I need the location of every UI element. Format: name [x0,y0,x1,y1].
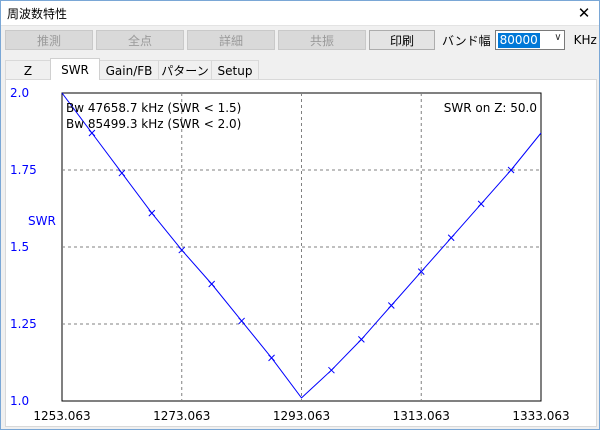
y-axis-label: SWR [28,214,56,228]
tab-pattern[interactable]: パターン [158,60,212,80]
x-tick-label: 1293.063 [273,409,330,423]
tab-setup[interactable]: Setup [211,60,259,80]
window-title: 周波数特性 [7,6,68,21]
band-width-label: バンド幅 [442,33,491,48]
close-icon[interactable]: ✕ [569,1,599,25]
band-width-value: 80000 [497,32,540,48]
resonance-button[interactable]: 共振 [278,30,366,50]
details-button[interactable]: 詳細 [187,30,275,50]
swr-chart-panel: 2.0 1.75 1.5 1.25 1.0 1253.063 1273.063 1293.0… [5,79,597,427]
tab-swr[interactable]: SWR [50,58,100,80]
chevron-down-icon[interactable]: ∨ [554,32,561,43]
band-unit-label: KHz [573,33,597,47]
all-points-button[interactable]: 全点 [96,30,184,50]
frequency-characteristics-window: 周波数特性 ✕ 推測 全点 詳細 共振 印刷 バンド幅 80000 ∨ KHz … [0,0,600,430]
estimate-button[interactable]: 推測 [5,30,93,50]
x-tick-label: 1273.063 [153,409,210,423]
y-tick-label: 1.25 [10,317,37,331]
swr-chart: 2.0 1.75 1.5 1.25 1.0 1253.063 1273.063 1293.0… [10,86,570,423]
plot-area [61,92,542,402]
x-tick-label: 1313.063 [393,409,450,423]
y-tick-label: 1.75 [10,163,37,177]
print-button[interactable]: 印刷 [369,30,435,50]
y-tick-label: 1.0 [10,394,29,408]
tab-gain-fb[interactable]: Gain/FB [99,60,159,80]
title-bar: 周波数特性 ✕ [1,1,599,26]
y-tick-label: 2.0 [10,86,29,100]
bandwidth-swr-1-5: Bw 47658.7 kHz (SWR < 1.5) [66,101,241,115]
x-tick-label: 1333.063 [512,409,569,423]
tab-z[interactable]: Z [5,60,51,80]
swr-reference-z: SWR on Z: 50.0 [444,101,537,115]
toolbar: 推測 全点 詳細 共振 印刷 バンド幅 80000 ∨ KHz [5,29,597,51]
band-width-select[interactable]: 80000 ∨ [494,30,565,50]
x-tick-label: 1253.063 [33,409,90,423]
tab-bar: Z SWR Gain/FB パターン Setup [5,58,259,80]
y-tick-label: 1.5 [10,240,29,254]
bandwidth-swr-2-0: Bw 85499.3 kHz (SWR < 2.0) [66,117,241,131]
